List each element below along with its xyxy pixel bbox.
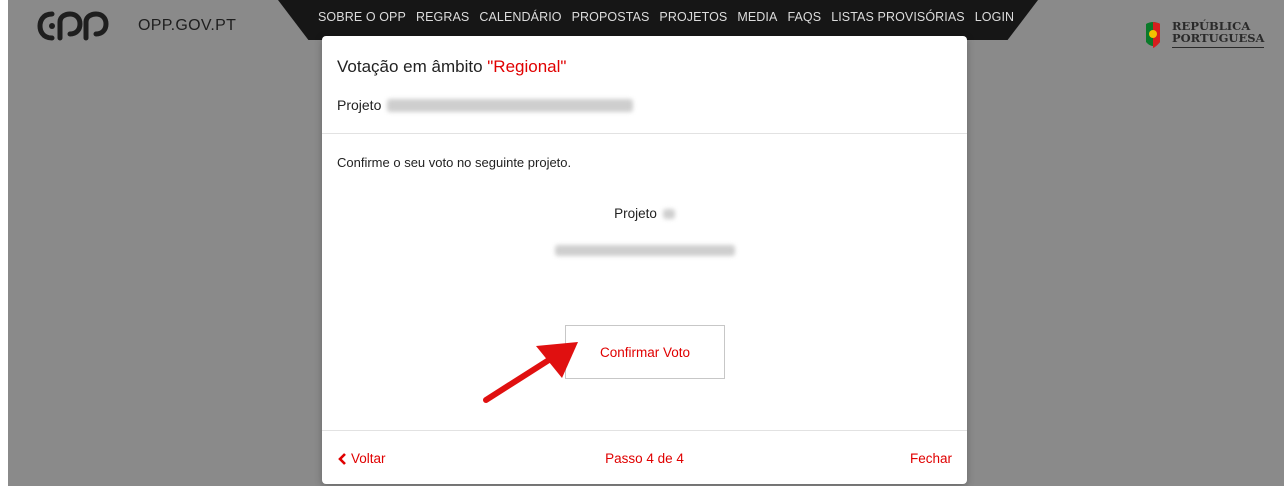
project-label: Projeto xyxy=(614,206,657,221)
redacted-project-number xyxy=(662,208,675,219)
nav-item-faqs[interactable]: FAQS xyxy=(787,10,821,24)
instruction-text: Confirme o seu voto no seguinte projeto. xyxy=(337,155,572,170)
government-logo[interactable]: REPÚBLICA PORTUGUESA xyxy=(1142,20,1265,54)
government-text: REPÚBLICA PORTUGUESA xyxy=(1172,20,1265,48)
main-nav: SOBRE O OPP REGRAS CALENDÁRIO PROPOSTAS … xyxy=(318,10,1014,24)
portugal-flag-icon xyxy=(1146,22,1160,48)
nav-item-media[interactable]: MEDIA xyxy=(737,10,777,24)
nav-item-projetos[interactable]: PROJETOS xyxy=(659,10,727,24)
modal-title-accent: "Regional" xyxy=(487,57,567,76)
red-arrow-icon xyxy=(483,342,578,403)
modal-header: Votação em âmbito "Regional" Projeto xyxy=(322,36,967,134)
nav-item-regras[interactable]: REGRAS xyxy=(416,10,469,24)
nav-item-calendario[interactable]: CALENDÁRIO xyxy=(479,10,561,24)
redacted-project-name xyxy=(387,98,634,112)
project-summary: Projeto xyxy=(322,206,967,256)
nav-item-listas[interactable]: LISTAS PROVISÓRIAS xyxy=(831,10,965,24)
close-button[interactable]: Fechar xyxy=(910,451,952,466)
step-indicator: Passo 4 de 4 xyxy=(605,451,684,466)
site-logo[interactable]: OPP.GOV.PT xyxy=(36,10,236,42)
logo-text: OPP.GOV.PT xyxy=(138,17,237,34)
nav-item-sobre[interactable]: SOBRE O OPP xyxy=(318,10,406,24)
modal-footer: Voltar Passo 4 de 4 Fechar xyxy=(322,430,967,485)
redacted-project-title xyxy=(554,245,735,256)
nav-item-login[interactable]: LOGIN xyxy=(975,10,1014,24)
modal-title: Votação em âmbito "Regional" xyxy=(337,57,567,76)
vote-modal: Votação em âmbito "Regional" Projeto Con… xyxy=(322,36,967,484)
opp-logo-icon xyxy=(37,11,109,41)
modal-subtitle: Projeto xyxy=(337,97,634,113)
confirm-vote-button[interactable]: Confirmar Voto xyxy=(565,325,725,379)
nav-item-propostas[interactable]: PROPOSTAS xyxy=(572,10,650,24)
